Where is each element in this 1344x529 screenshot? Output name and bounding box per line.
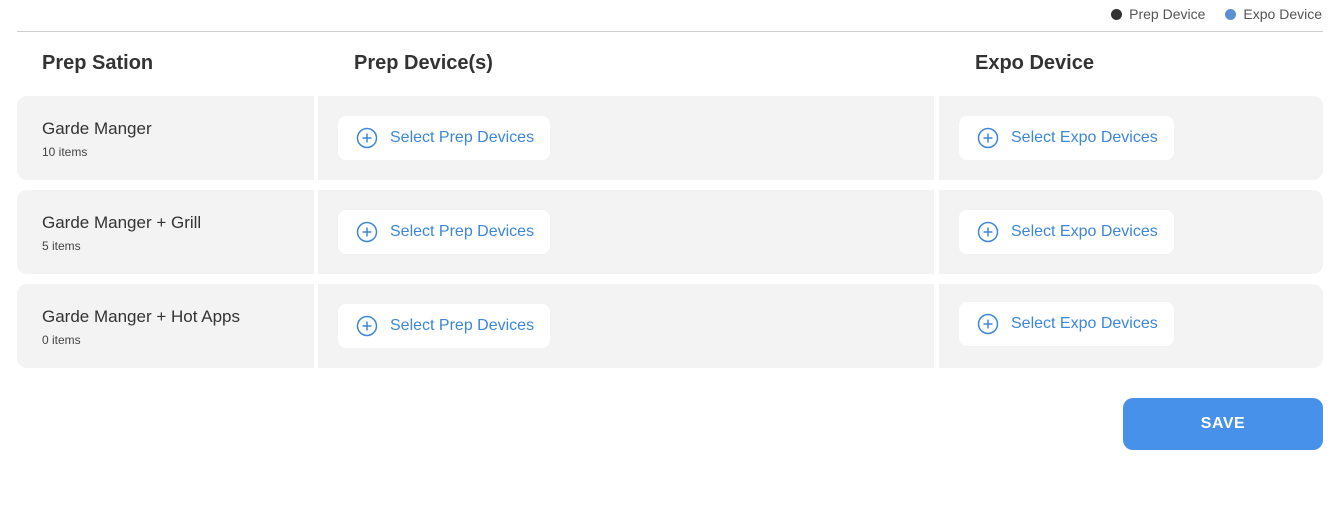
select-expo-devices-button[interactable]: Select Expo Devices — [959, 116, 1174, 160]
prep-device-dot-icon — [1111, 8, 1123, 20]
select-prep-devices-button[interactable]: Select Prep Devices — [338, 304, 551, 348]
station-cell: Garde Manger 10 items — [17, 96, 314, 180]
save-button[interactable]: SAVE — [1123, 398, 1323, 450]
device-assignment-page: Prep Device Expo Device Prep Sation Prep… — [0, 0, 1344, 529]
legend-label: Expo Device — [1243, 6, 1322, 22]
legend-label: Prep Device — [1129, 6, 1206, 22]
column-header-prep-devices: Prep Device(s) — [354, 52, 493, 74]
station-name: Garde Manger + Hot Apps — [42, 307, 240, 326]
prep-device-cell: Select Prep Devices — [318, 284, 934, 368]
legend: Prep Device Expo Device — [1111, 6, 1322, 22]
column-header-prep-station: Prep Sation — [42, 52, 154, 74]
station-name: Garde Manger — [42, 119, 152, 138]
select-prep-devices-button[interactable]: Select Prep Devices — [338, 210, 551, 254]
prep-device-cell: Select Prep Devices — [318, 96, 934, 180]
select-expo-devices-label: Select Expo Devices — [1011, 315, 1158, 332]
table-row: Garde Manger 10 items Select Prep Device… — [17, 96, 1323, 180]
expo-device-cell: Select Expo Devices — [939, 96, 1323, 180]
station-name: Garde Manger + Grill — [42, 213, 202, 232]
legend-item-prep-device: Prep Device — [1111, 6, 1205, 22]
plus-circle-icon — [356, 127, 378, 149]
station-item-count: 10 items — [42, 145, 88, 159]
station-item-count: 5 items — [42, 239, 81, 253]
plus-circle-icon — [977, 221, 999, 243]
station-cell: Garde Manger + Grill 5 items — [17, 190, 314, 274]
select-prep-devices-button[interactable]: Select Prep Devices — [338, 116, 551, 160]
select-expo-devices-button[interactable]: Select Expo Devices — [959, 210, 1174, 254]
plus-circle-icon — [356, 315, 378, 337]
plus-circle-icon — [977, 313, 999, 335]
table-header: Prep Sation Prep Device(s) Expo Device — [17, 52, 1323, 80]
table-row: Garde Manger + Grill 5 items Select Prep… — [17, 190, 1323, 274]
expo-device-cell: Select Expo Devices — [939, 190, 1323, 274]
prep-device-cell: Select Prep Devices — [318, 190, 934, 274]
select-prep-devices-label: Select Prep Devices — [390, 129, 535, 146]
select-expo-devices-label: Select Expo Devices — [1011, 223, 1158, 240]
expo-device-dot-icon — [1225, 8, 1237, 20]
header-divider — [17, 31, 1323, 32]
legend-item-expo-device: Expo Device — [1225, 6, 1322, 22]
select-expo-devices-button[interactable]: Select Expo Devices — [959, 302, 1174, 346]
station-cell: Garde Manger + Hot Apps 0 items — [17, 284, 314, 368]
plus-circle-icon — [356, 221, 378, 243]
expo-device-cell: Select Expo Devices — [939, 284, 1323, 368]
table-row: Garde Manger + Hot Apps 0 items Select P… — [17, 284, 1323, 368]
select-expo-devices-label: Select Expo Devices — [1011, 129, 1158, 146]
plus-circle-icon — [977, 127, 999, 149]
select-prep-devices-label: Select Prep Devices — [390, 223, 535, 240]
column-header-expo-device: Expo Device — [975, 52, 1094, 74]
station-item-count: 0 items — [42, 333, 81, 347]
select-prep-devices-label: Select Prep Devices — [390, 317, 535, 334]
